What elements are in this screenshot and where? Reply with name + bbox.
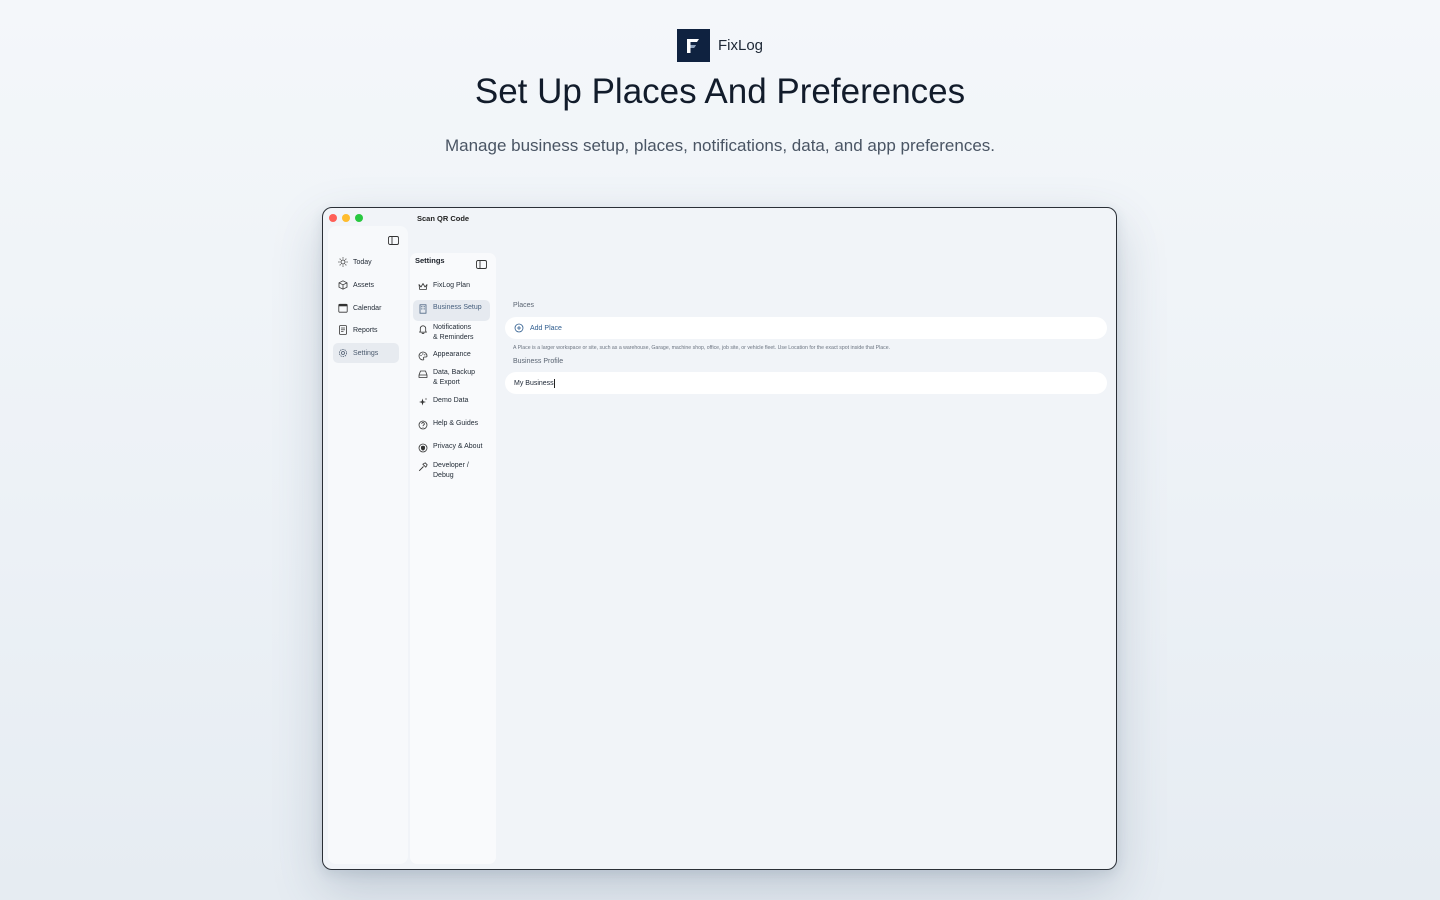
settings-item-label: Data, Backup & Export (433, 369, 476, 386)
business-name-value: My Business (514, 379, 554, 387)
settings-item-label: Business Setup (433, 304, 482, 311)
settings-item-label: Help & Guides (433, 420, 479, 427)
nav-label: Today (353, 258, 372, 266)
settings-item-label: Appearance (433, 351, 471, 358)
settings-item-business-setup[interactable]: Business Setup (413, 300, 490, 321)
drive-icon (418, 370, 428, 378)
gear-icon (339, 349, 347, 357)
minimize-window-button[interactable] (342, 214, 350, 222)
nav-item-calendar[interactable]: Calendar (333, 298, 399, 318)
settings-item-data-backup[interactable]: Data, Backup & Export (413, 365, 490, 390)
settings-item-label: Developer / Debug (433, 462, 469, 479)
hammer-icon (418, 461, 428, 471)
sun-icon (338, 257, 348, 267)
places-hint: A Place is a larger workspace or site, s… (513, 345, 891, 351)
add-place-label: Add Place (530, 324, 562, 332)
settings-item-label: Notifications & Reminders (433, 324, 474, 341)
business-profile-section-label: Business Profile (513, 358, 564, 365)
settings-item-label: FixLog Plan (433, 282, 470, 289)
add-place-button[interactable]: Add Place (505, 317, 1107, 339)
page-subheadline: Manage business setup, places, notificat… (444, 136, 996, 155)
fixlog-logo-icon (676, 29, 710, 62)
settings-sidebar: Settings FixLog Plan Business Setup Noti… (410, 253, 496, 864)
settings-item-demo-data[interactable]: Demo Data (413, 393, 490, 410)
business-name-field[interactable]: My Business (505, 372, 1107, 394)
settings-item-fixlog-plan[interactable]: FixLog Plan (413, 278, 490, 294)
main-sidebar: Today Assets Calendar Reports Settings (328, 226, 408, 864)
sparkle-icon (419, 397, 428, 405)
question-icon (418, 420, 428, 429)
page-headline: Set Up Places And Preferences (474, 72, 966, 111)
brand: FixLog (0, 29, 1440, 62)
nav-item-settings[interactable]: Settings (333, 343, 399, 363)
places-section-label: Places (513, 302, 535, 309)
close-window-button[interactable] (329, 214, 337, 222)
building-icon (419, 303, 427, 314)
nav-label: Settings (353, 349, 379, 357)
window-title: Scan QR Code (417, 214, 470, 223)
text-caret (554, 378, 555, 388)
window-controls (329, 214, 363, 222)
nav-item-reports[interactable]: Reports (333, 320, 399, 340)
nav-label: Calendar (353, 304, 382, 312)
settings-item-label: Privacy & About (433, 443, 483, 450)
plus-circle-icon (514, 323, 524, 333)
sidebar-toggle-icon[interactable] (388, 232, 399, 250)
app-window: Scan QR Code Today Assets Calendar Repor… (322, 207, 1117, 870)
sidebar-toggle-icon[interactable] (476, 256, 487, 274)
settings-item-privacy-about[interactable]: Privacy & About (413, 439, 490, 456)
cube-icon (338, 280, 348, 290)
brand-name: FixLog (717, 37, 764, 54)
report-icon (339, 325, 347, 335)
shield-icon (418, 443, 428, 452)
bell-icon (419, 324, 427, 334)
nav-item-today[interactable]: Today (333, 252, 399, 272)
settings-sidebar-title: Settings (415, 256, 445, 265)
palette-icon (418, 351, 428, 360)
settings-item-label: Demo Data (433, 397, 469, 404)
nav-label: Assets (353, 281, 375, 289)
zoom-window-button[interactable] (355, 214, 363, 222)
settings-item-appearance[interactable]: Appearance (413, 347, 490, 364)
settings-item-developer-debug[interactable]: Developer / Debug (413, 458, 490, 483)
settings-item-notifications[interactable]: Notifications & Reminders (413, 320, 490, 345)
settings-item-help-guides[interactable]: Help & Guides (413, 416, 490, 433)
nav-label: Reports (353, 326, 378, 334)
crown-icon (418, 282, 428, 290)
nav-item-assets[interactable]: Assets (333, 275, 399, 295)
calendar-icon (338, 303, 348, 313)
